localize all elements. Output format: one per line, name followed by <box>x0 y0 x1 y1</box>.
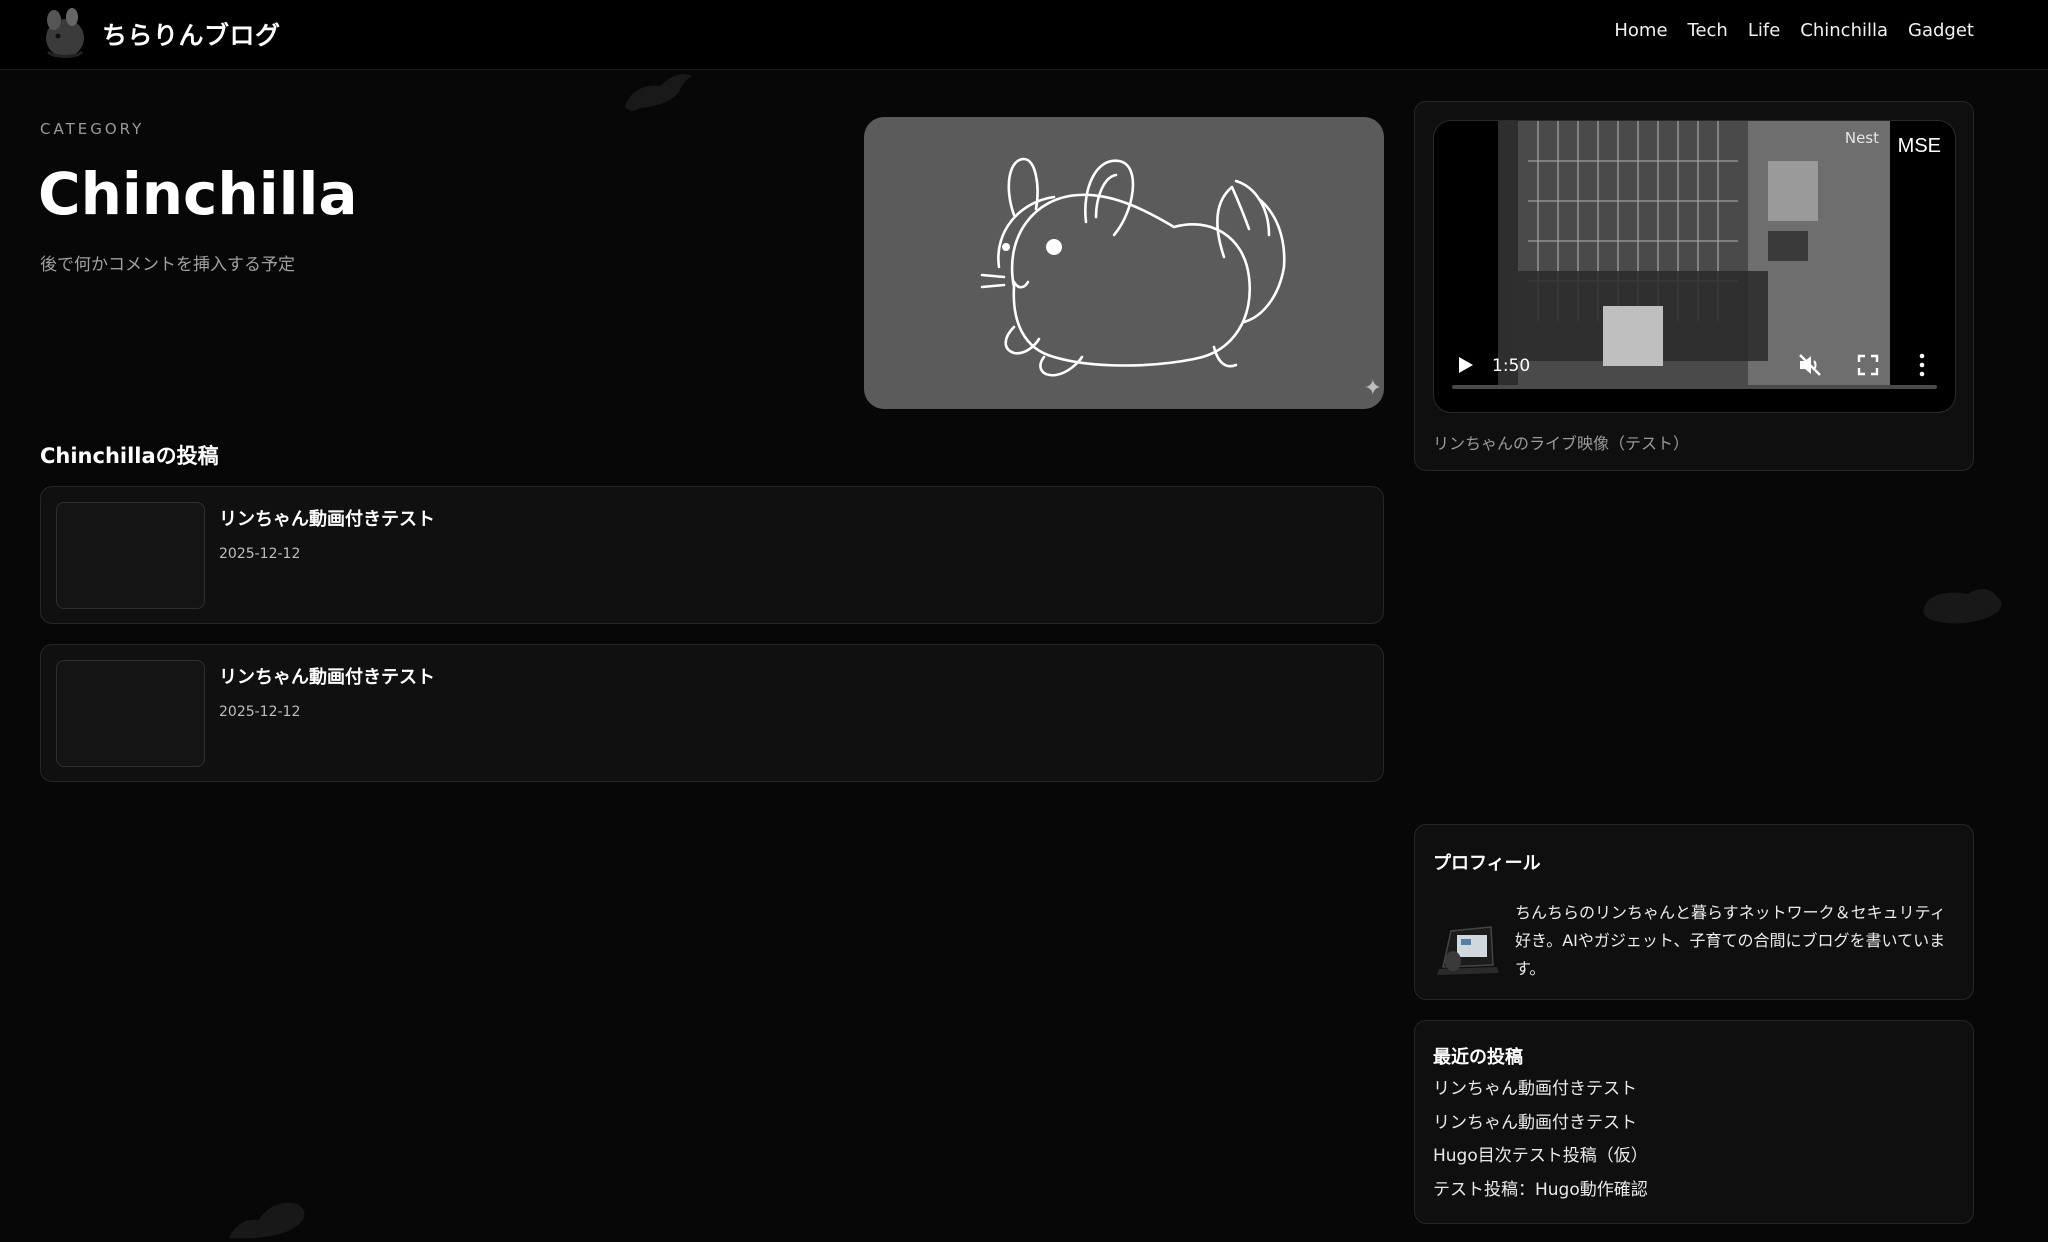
post-title[interactable]: リンちゃん動画付きテスト <box>219 663 435 689</box>
avatar <box>1437 926 1499 975</box>
post-title[interactable]: リンちゃん動画付きテスト <box>219 505 435 531</box>
profile-heading: プロフィール <box>1433 853 1541 874</box>
video-controls: 1:50 <box>1434 344 1955 412</box>
sparkle-icon: ✦ <box>1363 376 1382 401</box>
volume-mute-icon[interactable] <box>1797 352 1823 378</box>
site-title: ちらりんブログ <box>102 21 281 50</box>
recent-posts-list: リンちゃん動画付きテスト リンちゃん動画付きテスト Hugo目次テスト投稿（仮）… <box>1433 1079 1648 1213</box>
recent-post-link[interactable]: リンちゃん動画付きテスト <box>1433 1079 1648 1113</box>
nest-watermark: Nest <box>1844 129 1879 147</box>
category-label: CATEGORY <box>40 120 145 138</box>
recent-posts-heading: 最近の投稿 <box>1433 1047 1523 1068</box>
nav-item-tech[interactable]: Tech <box>1688 20 1728 41</box>
video-caption: リンちゃんのライブ映像（テスト） <box>1433 434 1690 453</box>
more-vertical-icon[interactable] <box>1917 352 1927 378</box>
background-chinchilla-silhouette <box>229 1202 305 1239</box>
chinchilla-logo-icon <box>46 8 84 58</box>
category-description: 後で何かコメントを挿入する予定 <box>40 255 295 275</box>
background-chinchilla-silhouette <box>625 74 692 111</box>
play-icon[interactable] <box>1454 354 1476 376</box>
post-date: 2025-12-12 <box>219 546 301 562</box>
recent-post-link[interactable]: テスト投稿：Hugo動作確認 <box>1433 1180 1648 1214</box>
nav-item-gadget[interactable]: Gadget <box>1908 20 1974 41</box>
posts-heading: Chinchillaの投稿 <box>40 444 219 468</box>
video-progress-bar[interactable] <box>1452 385 1937 389</box>
fullscreen-icon[interactable] <box>1856 353 1880 377</box>
nav-item-chinchilla[interactable]: Chinchilla <box>1800 20 1888 41</box>
site-header: ちらりんブログ Home Tech Life Chinchilla Gadget <box>0 0 2048 70</box>
video-time: 1:50 <box>1492 356 1531 376</box>
recent-post-link[interactable]: リンちゃん動画付きテスト <box>1433 1113 1648 1147</box>
post-card[interactable]: リンちゃん動画付きテスト 2025-12-12 <box>40 644 1384 782</box>
recent-posts-card: 最近の投稿 リンちゃん動画付きテスト リンちゃん動画付きテスト Hugo目次テス… <box>1414 1020 1974 1224</box>
page-title: Chinchilla <box>38 160 358 228</box>
main-nav: Home Tech Life Chinchilla Gadget <box>1614 20 1974 41</box>
post-thumbnail[interactable] <box>56 502 205 609</box>
background-chinchilla-silhouette <box>1923 589 2002 624</box>
post-date: 2025-12-12 <box>219 704 301 720</box>
live-video-card: Nest MSE 1:50 リンちゃんのライブ映像（テスト） <box>1414 101 1974 471</box>
mse-badge: MSE <box>1897 135 1941 157</box>
category-hero-image: ✦ <box>864 117 1384 409</box>
recent-post-link[interactable]: Hugo目次テスト投稿（仮） <box>1433 1146 1648 1180</box>
nav-item-home[interactable]: Home <box>1614 20 1667 41</box>
chinchilla-line-art <box>980 157 1286 377</box>
brand[interactable]: ちらりんブログ <box>40 8 281 60</box>
nav-item-life[interactable]: Life <box>1748 20 1780 41</box>
profile-card: プロフィール ちんちらのリンちゃんと暮らすネットワーク＆セキュリティ好き。AIや… <box>1414 824 1974 1000</box>
video-player[interactable]: Nest MSE 1:50 <box>1433 120 1956 413</box>
profile-text: ちんちらのリンちゃんと暮らすネットワーク＆セキュリティ好き。AIやガジェット、子… <box>1515 903 1946 978</box>
post-thumbnail[interactable] <box>56 660 205 767</box>
post-card[interactable]: リンちゃん動画付きテスト 2025-12-12 <box>40 486 1384 624</box>
